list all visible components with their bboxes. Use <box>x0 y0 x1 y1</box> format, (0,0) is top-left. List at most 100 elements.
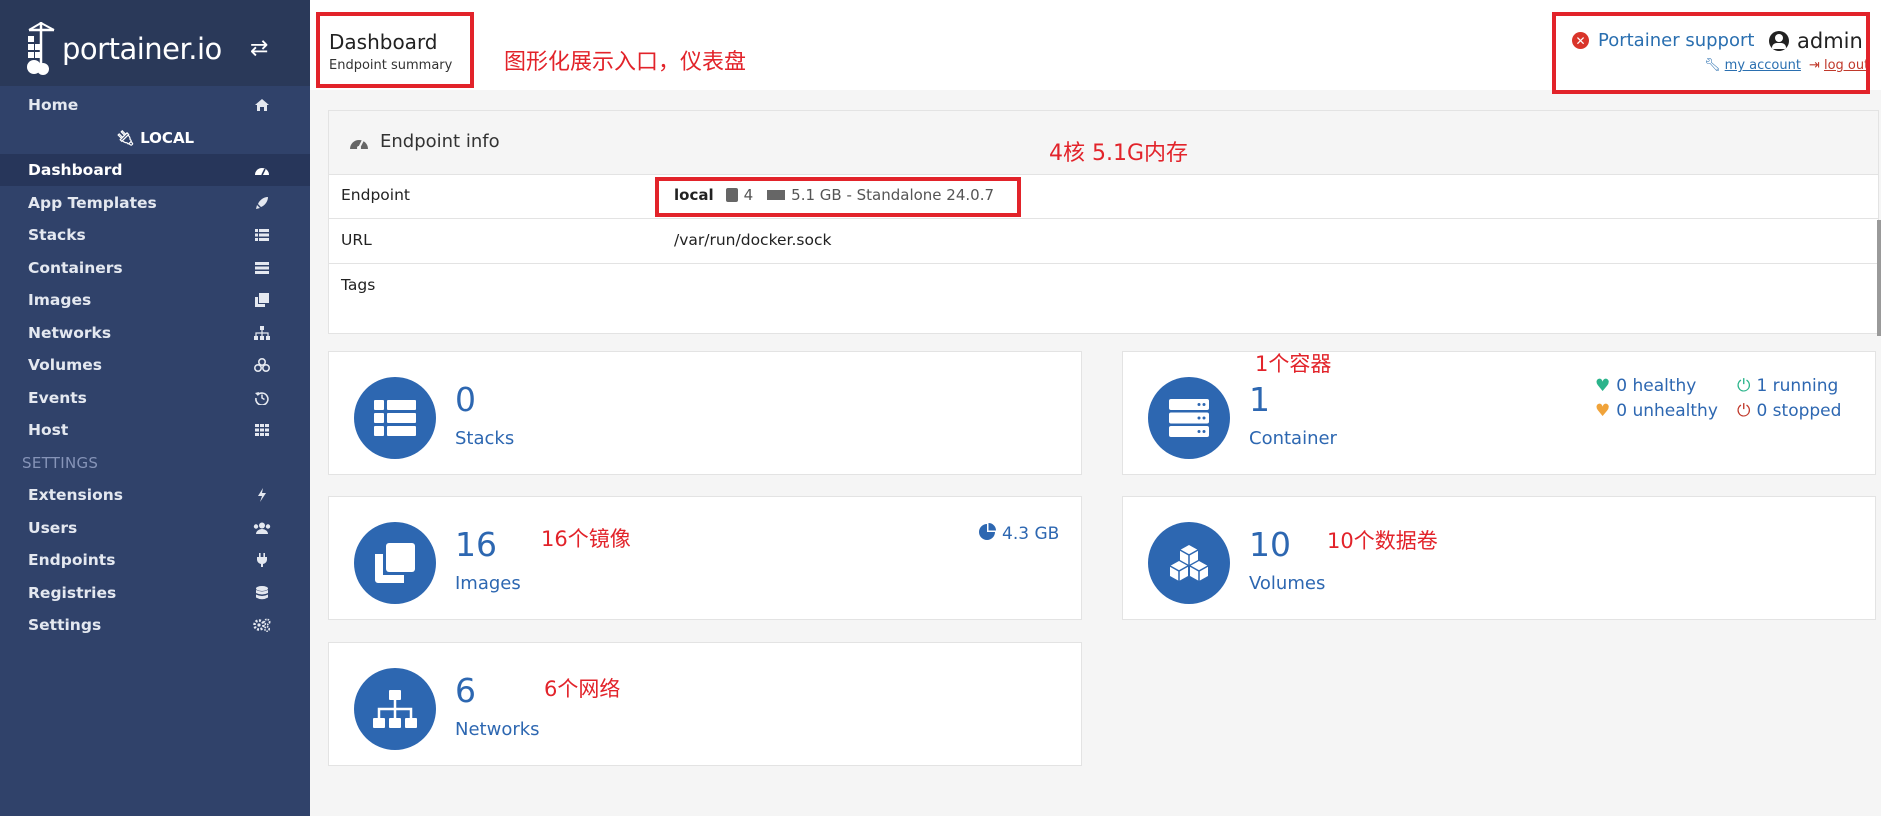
sidebar-item-containers[interactable]: Containers <box>0 252 310 284</box>
annotation-highlight-box <box>1552 12 1870 94</box>
sidebar-item-label: App Templates <box>28 194 157 212</box>
plug-icon <box>252 552 272 568</box>
annotation-text: 1个容器 <box>1255 352 1332 376</box>
images-label: Images <box>455 573 521 594</box>
endpoint-row: Endpoint local 4 5.1 GB - Standalone 24.… <box>329 174 1878 219</box>
sidebar-item-label: Events <box>28 389 87 407</box>
endpoint-info-panel: Endpoint info 4核 5.1G内存 Endpoint local 4… <box>328 110 1879 334</box>
unhealthy-status: ♥ 0 unhealthy <box>1595 401 1718 421</box>
sidebar-item-label: Images <box>28 291 92 309</box>
stacks-card[interactable]: 0 Stacks <box>328 351 1082 475</box>
power-icon: ⏻ <box>1737 401 1751 421</box>
heartbeat-icon: ♥ <box>1595 376 1611 396</box>
healthy-text: 0 healthy <box>1616 376 1697 396</box>
sidebar-item-label: Host <box>28 421 69 439</box>
url-key: URL <box>341 231 372 249</box>
database-icon <box>252 585 272 601</box>
sidebar-item-settings[interactable]: Settings <box>0 609 310 641</box>
sidebar-item-events[interactable]: Events <box>0 382 310 414</box>
endpoint-key: Endpoint <box>341 186 410 204</box>
annotation-highlight-box <box>316 12 474 88</box>
sidebar-item-label: Stacks <box>28 226 86 244</box>
annotation-text: 10个数据卷 <box>1327 529 1438 553</box>
sidebar-item-label: Endpoints <box>28 551 116 569</box>
running-text: 1 running <box>1756 376 1839 396</box>
sidebar-item-label: Home <box>28 96 79 114</box>
containers-icon <box>252 260 272 276</box>
stopped-text: 0 stopped <box>1756 401 1842 421</box>
images-card[interactable]: 16 Images 16个镜像 4.3 GB <box>328 496 1082 620</box>
images-count: 16 <box>455 525 497 564</box>
unhealthy-text: 0 unhealthy <box>1616 401 1718 421</box>
home-icon <box>252 97 272 113</box>
sidebar-item-volumes[interactable]: Volumes <box>0 349 310 381</box>
scrollbar[interactable] <box>1877 220 1881 336</box>
stacks-count: 0 <box>455 380 476 419</box>
volumes-icon <box>1148 522 1230 604</box>
tags-row: Tags <box>329 264 1878 332</box>
images-icon <box>252 292 272 308</box>
images-icon <box>354 522 436 604</box>
rocket-icon <box>252 195 272 211</box>
annotation-text: 6个网络 <box>544 677 621 701</box>
networks-label: Networks <box>455 719 540 740</box>
bolt-icon <box>252 487 272 503</box>
url-value: /var/run/docker.sock <box>674 231 832 249</box>
networks-icon <box>252 325 272 341</box>
volumes-icon <box>252 357 272 373</box>
sidebar-item-networks[interactable]: Networks <box>0 317 310 349</box>
grid-icon <box>252 422 272 438</box>
sidebar-item-label: Volumes <box>28 356 103 374</box>
sidebar-item-images[interactable]: Images <box>0 284 310 316</box>
sidebar-item-label: Containers <box>28 259 123 277</box>
containers-icon <box>1148 377 1230 459</box>
sidebar-item-app-templates[interactable]: App Templates <box>0 187 310 219</box>
users-icon <box>252 520 272 536</box>
endpoint-label: 🔌︎ LOCAL <box>0 129 310 147</box>
sidebar-item-label: Settings <box>28 616 102 634</box>
annotation-highlight-box <box>655 177 1021 217</box>
sidebar-item-users[interactable]: Users <box>0 512 310 544</box>
endpoint-info-header: Endpoint info 4核 5.1G内存 <box>329 111 1878 175</box>
sidebar-item-host[interactable]: Host <box>0 414 310 446</box>
endpoint-info-title: Endpoint info <box>380 131 500 152</box>
heartbeat-icon: ♥ <box>1595 401 1611 421</box>
networks-icon <box>354 668 436 750</box>
images-size: 4.3 GB <box>979 523 1059 545</box>
brand-bar: portainer.io ⇄ <box>0 0 310 86</box>
history-icon <box>252 390 272 406</box>
sidebar-item-label: Registries <box>28 584 117 602</box>
sidebar-item-label: Extensions <box>28 486 123 504</box>
sidebar-item-dashboard[interactable]: Dashboard <box>0 154 310 186</box>
tachometer-icon <box>350 139 368 150</box>
healthy-status: ♥ 0 healthy <box>1595 376 1696 396</box>
sidebar-item-label: Users <box>28 519 78 537</box>
containers-card[interactable]: 1 Container 1个容器 ♥ 0 healthy ♥ 0 unhealt… <box>1122 351 1876 475</box>
stacks-icon <box>354 377 436 459</box>
annotation-text: 图形化展示入口，仪表盘 <box>504 50 747 75</box>
volumes-card[interactable]: 10 Volumes 10个数据卷 <box>1122 496 1876 620</box>
sidebar-item-stacks[interactable]: Stacks <box>0 219 310 251</box>
portainer-logo[interactable]: portainer.io <box>26 20 222 78</box>
endpoint-label-text: LOCAL <box>140 129 195 147</box>
sidebar-item-label: Dashboard <box>28 161 123 179</box>
sidebar-item-registries[interactable]: Registries <box>0 577 310 609</box>
sidebar-item-label: Networks <box>28 324 112 342</box>
dashboard-icon <box>252 162 272 178</box>
gears-icon <box>252 617 272 633</box>
annotation-text: 16个镜像 <box>541 527 631 551</box>
page-header: Dashboard Endpoint summary 图形化展示入口，仪表盘 ✕… <box>310 0 1881 94</box>
networks-card[interactable]: 6 Networks 6个网络 <box>328 642 1082 766</box>
url-row: URL /var/run/docker.sock <box>329 219 1878 264</box>
containers-label: Container <box>1249 428 1337 449</box>
sidebar-item-extensions[interactable]: Extensions <box>0 479 310 511</box>
sidebar-item-endpoints[interactable]: Endpoints <box>0 544 310 576</box>
running-status: ⏻ 1 running <box>1737 376 1838 396</box>
sidebar-item-home[interactable]: Home <box>0 89 310 121</box>
volumes-label: Volumes <box>1249 573 1326 594</box>
images-size-text: 4.3 GB <box>1002 524 1060 544</box>
stopped-status: ⏻ 0 stopped <box>1737 401 1841 421</box>
pie-chart-icon <box>979 523 996 545</box>
toggle-sidebar-icon[interactable]: ⇄ <box>250 36 268 61</box>
annotation-text: 4核 5.1G内存 <box>1049 141 1189 166</box>
